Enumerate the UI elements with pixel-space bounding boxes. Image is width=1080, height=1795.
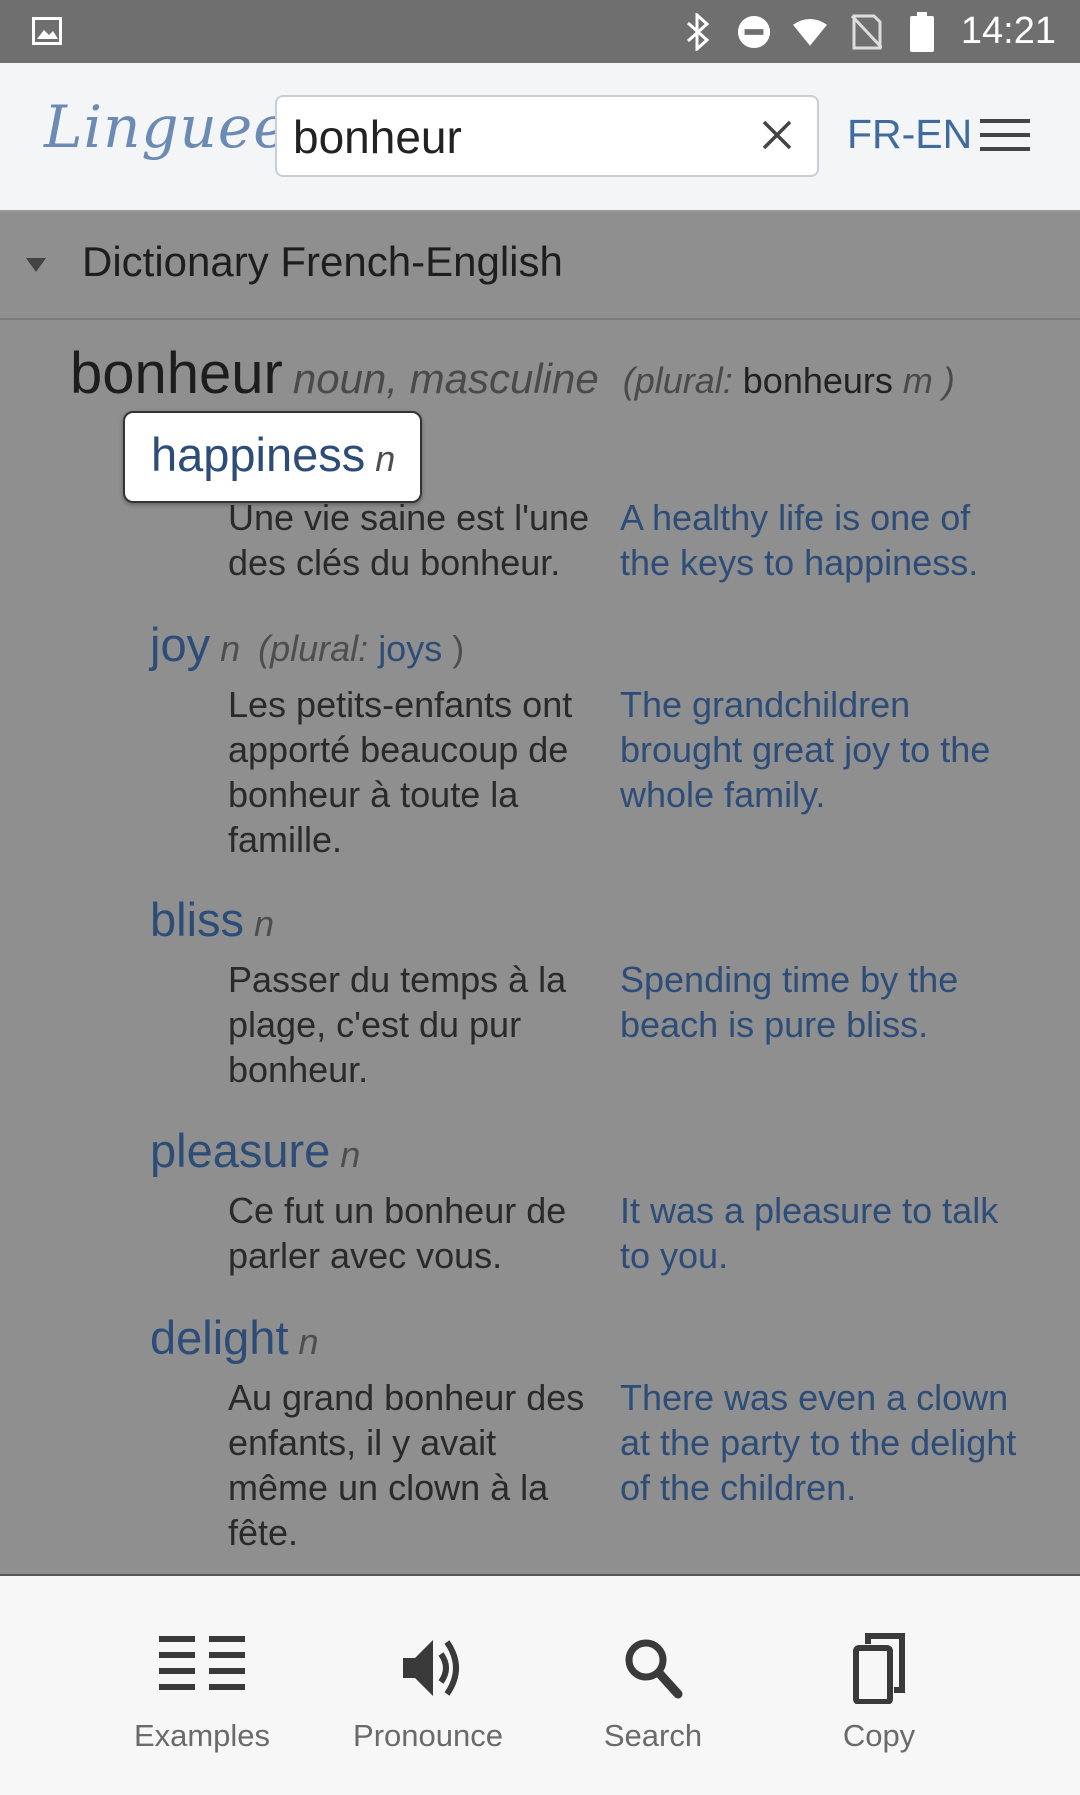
- pronounce-label: Pronounce: [353, 1718, 503, 1753]
- translation-word[interactable]: delight: [150, 1311, 289, 1364]
- copy-icon: [853, 1633, 905, 1704]
- wifi-icon: [792, 13, 827, 51]
- plural-gender: m ): [902, 360, 955, 401]
- headword-pos: noun, masculine: [292, 355, 599, 402]
- linguee-logo[interactable]: Linguee: [44, 93, 289, 161]
- plural-word[interactable]: joys: [378, 628, 442, 669]
- translation[interactable]: happiness n: [151, 427, 395, 482]
- example-english: It was a pleasure to talk to you.: [620, 1190, 999, 1276]
- plural-close: ): [452, 628, 465, 669]
- examples-label: Examples: [133, 1718, 271, 1753]
- translation[interactable]: pleasure n: [150, 1123, 360, 1178]
- search-input[interactable]: [291, 105, 735, 169]
- copy-label: Copy: [842, 1718, 916, 1753]
- translation-word[interactable]: pleasure: [150, 1124, 330, 1177]
- speaker-icon: [403, 1640, 459, 1696]
- do-not-disturb-icon: [737, 13, 771, 51]
- translation-pos: n: [220, 628, 241, 669]
- status-bar: 14:21: [0, 0, 1080, 63]
- example-english: Spending time by the beach is pure bliss…: [620, 959, 959, 1045]
- headword: bonheur noun, masculine (plural: bonheurs …: [70, 340, 955, 407]
- example-french: Une vie saine est l'une des clés du bonh…: [228, 497, 590, 583]
- search-icon: [625, 1639, 683, 1699]
- headword-text: bonheur: [70, 341, 283, 406]
- example-english: There was even a clown at the party to t…: [620, 1377, 1017, 1508]
- search-button[interactable]: Search: [553, 1632, 753, 1754]
- example-french: Les petits-enfants ont apporté beaucoup …: [228, 684, 573, 860]
- hamburger-menu-icon[interactable]: [980, 115, 1030, 155]
- translation-pos: n: [254, 903, 275, 944]
- image-notification-icon: [32, 17, 62, 45]
- search-box[interactable]: [275, 95, 819, 177]
- list-icon: [159, 1636, 245, 1690]
- example-french: Au grand bonheur des enfants, il y avait…: [228, 1377, 585, 1553]
- example-french: Ce fut un bonheur de parler avec vous.: [228, 1190, 567, 1276]
- selected-translation[interactable]: happiness n: [123, 411, 422, 503]
- example-english: A healthy life is one of the keys to hap…: [620, 497, 979, 583]
- translation-word[interactable]: happiness: [151, 428, 365, 481]
- app-header: Linguee FR-EN: [0, 63, 1080, 212]
- headword-plural: (plural: bonheurs m ): [623, 360, 955, 401]
- pronounce-button[interactable]: Pronounce: [328, 1632, 528, 1754]
- collapse-triangle-icon[interactable]: [26, 258, 46, 272]
- bluetooth-icon: [681, 12, 715, 51]
- plural-word[interactable]: bonheurs: [743, 360, 893, 401]
- translation-plural: (plural: joys ): [258, 628, 464, 669]
- plural-label: (plural:: [622, 360, 733, 401]
- clock: 14:21: [960, 10, 1056, 52]
- clear-icon[interactable]: [759, 117, 795, 153]
- bottom-action-bar: Examples Pronounce Search Copy: [0, 1574, 1080, 1795]
- example-english: The grandchildren brought great joy to t…: [620, 684, 991, 815]
- translation-pos: n: [298, 1321, 319, 1362]
- copy-button[interactable]: Copy: [779, 1632, 979, 1754]
- translation-pos: n: [340, 1134, 361, 1175]
- translation[interactable]: joy n (plural: joys ): [150, 617, 464, 672]
- plural-label: (plural:: [258, 628, 369, 669]
- no-sim-icon: [849, 13, 883, 51]
- example-french: Passer du temps à la plage, c'est du pur…: [228, 959, 567, 1090]
- translation[interactable]: bliss n: [150, 892, 274, 947]
- dictionary-section-header[interactable]: Dictionary French-English: [0, 212, 1080, 320]
- battery-icon: [905, 11, 939, 52]
- translation-word[interactable]: bliss: [150, 893, 244, 946]
- examples-button[interactable]: Examples: [102, 1632, 302, 1754]
- search-label: Search: [603, 1718, 703, 1753]
- translation-word[interactable]: joy: [150, 618, 210, 671]
- language-pair-selector[interactable]: FR-EN: [847, 111, 972, 158]
- translation[interactable]: delight n: [150, 1310, 319, 1365]
- section-title: Dictionary French-English: [82, 238, 563, 285]
- translation-pos: n: [375, 438, 396, 479]
